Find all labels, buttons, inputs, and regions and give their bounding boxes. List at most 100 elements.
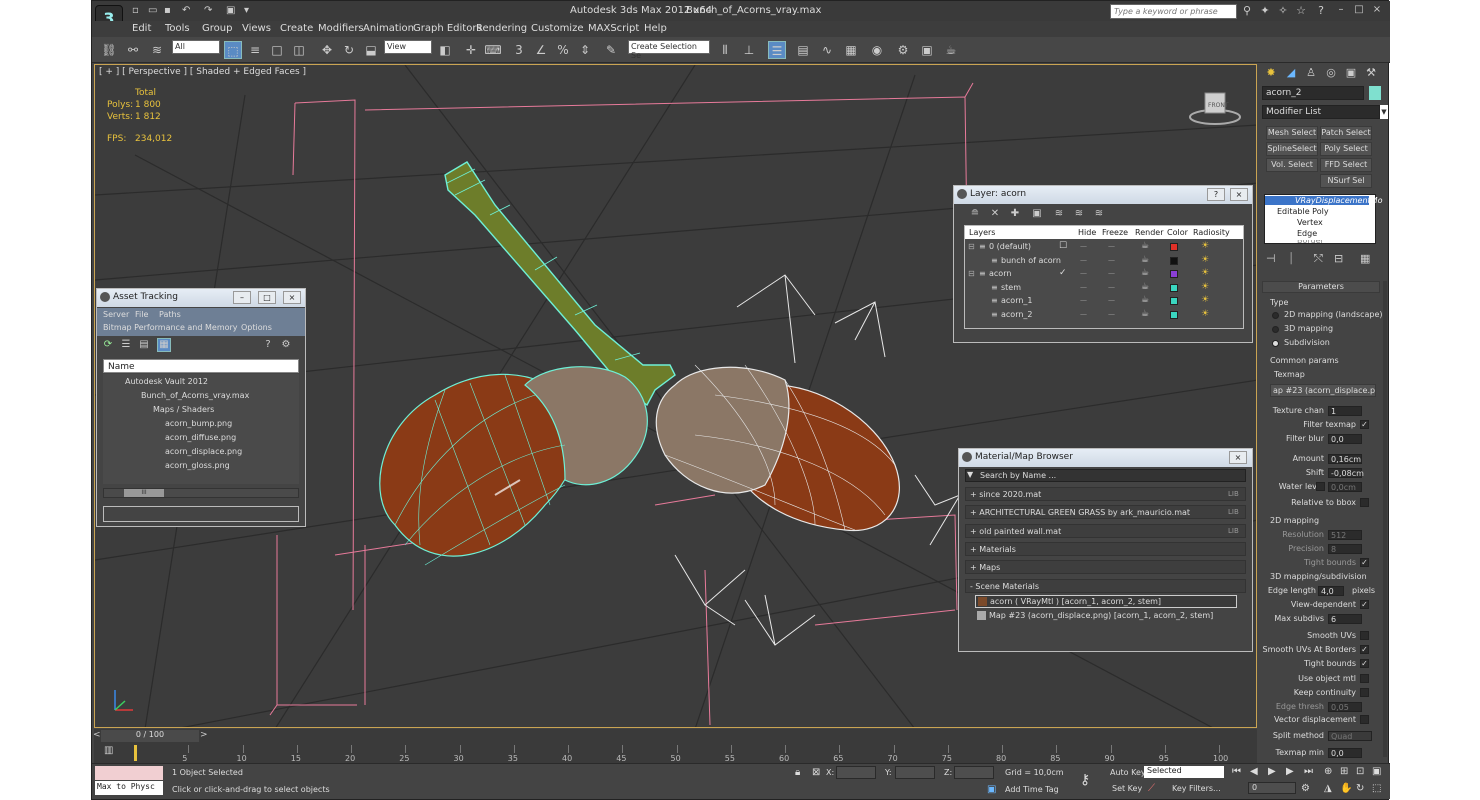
keyboard-shortcut-icon[interactable]: ⌨: [484, 41, 502, 59]
list-view-icon[interactable]: ☰: [119, 338, 133, 352]
refresh-icon[interactable]: ⟳: [101, 338, 115, 352]
set-key-button[interactable]: Set Key: [1112, 784, 1142, 793]
motion-tab-icon[interactable]: ◎: [1322, 66, 1340, 82]
filter-texmap-checkbox[interactable]: ✓: [1360, 420, 1369, 429]
next-frame-icon[interactable]: >: [200, 730, 208, 740]
zoom-extents-all-icon[interactable]: ▣: [1372, 766, 1381, 777]
layer-row[interactable]: ≡ acorn_2 — — ☕ ☀: [965, 309, 1243, 322]
max-subdivs-spinner[interactable]: 6: [1328, 614, 1362, 624]
close-button[interactable]: ×: [1229, 451, 1247, 464]
radiosity-icon[interactable]: ☀: [1201, 309, 1209, 319]
layer-name[interactable]: bunch of acorn: [1001, 256, 1061, 265]
asset-settings-icon[interactable]: ⚙: [279, 338, 293, 352]
texture-chan-spinner[interactable]: 1: [1328, 406, 1362, 416]
new-file-icon[interactable]: ▫: [132, 5, 139, 16]
radiosity-icon[interactable]: ☀: [1201, 268, 1209, 278]
zoom-icon[interactable]: ⊕: [1324, 766, 1332, 777]
layer-hide-toggle[interactable]: —: [1080, 296, 1087, 304]
layer-titlebar[interactable]: Layer: acorn ? ×: [954, 186, 1252, 204]
select-manipulate-icon[interactable]: ✛: [462, 41, 480, 59]
render-production-icon[interactable]: ☕: [942, 41, 960, 59]
material-library-group[interactable]: + old painted wall.mat LIB: [965, 523, 1246, 538]
layer-name[interactable]: stem: [1001, 283, 1021, 292]
layer-row[interactable]: ≡ bunch of acorn — — ☕ ☀: [965, 255, 1243, 268]
ref-coord-dropdown[interactable]: View: [384, 40, 432, 54]
maximize-button[interactable]: □: [258, 291, 276, 304]
teapot-render-icon[interactable]: ☕: [1141, 268, 1149, 278]
layer-name[interactable]: acorn_1: [1001, 296, 1033, 305]
menu-modifiers[interactable]: Modifiers: [318, 23, 364, 34]
pin-stack-icon[interactable]: ⊣: [1266, 252, 1280, 266]
menu-edit[interactable]: Edit: [132, 23, 151, 34]
smooth-uvs-borders-checkbox[interactable]: ✓: [1360, 645, 1369, 654]
utilities-tab-icon[interactable]: ⚒: [1362, 66, 1380, 82]
command-panel-scrollbar[interactable]: [1383, 281, 1387, 757]
filter-blur-spinner[interactable]: 0,0: [1328, 434, 1362, 444]
layer-row[interactable]: ≡ stem — — ☕ ☀: [965, 282, 1243, 295]
smooth-uvs-checkbox[interactable]: [1360, 631, 1369, 640]
show-end-result-icon[interactable]: ⏐: [1288, 252, 1302, 266]
col-layers[interactable]: Layers: [969, 228, 995, 237]
highlight-layer-icon[interactable]: ≋: [1052, 207, 1066, 221]
layer-hide-toggle[interactable]: —: [1080, 310, 1087, 318]
shift-spinner[interactable]: -0,08cm: [1328, 468, 1364, 478]
layer-name[interactable]: acorn_2: [1001, 310, 1033, 319]
rendered-frame-icon[interactable]: ▣: [918, 41, 936, 59]
key-icon[interactable]: ⚷: [1080, 772, 1090, 788]
communication-icon[interactable]: ✧: [1276, 4, 1290, 18]
selection-filter-dropdown[interactable]: All: [172, 40, 220, 54]
timeline-ruler[interactable]: ▥ 5 10 15 20 25 30 35 40 45 50 55 60 65 70 75 80 85 90 95 1…: [94, 743, 1257, 763]
material-library-group[interactable]: + ARCHITECTURAL GREEN GRASS by ark_mauri…: [965, 505, 1246, 520]
teapot-render-icon[interactable]: ☕: [1141, 295, 1149, 305]
coord-z-field[interactable]: [954, 766, 994, 779]
auto-key-button[interactable]: Auto Key: [1110, 768, 1146, 777]
layer-hide-toggle[interactable]: —: [1080, 242, 1087, 250]
prev-frame-icon[interactable]: <: [93, 730, 101, 740]
subscription-icon[interactable]: ✦: [1258, 4, 1272, 18]
material-library-group[interactable]: - Scene Materials: [965, 578, 1246, 593]
maximize-button[interactable]: □: [1350, 3, 1368, 17]
radiosity-icon[interactable]: ☀: [1201, 241, 1209, 251]
layer-row[interactable]: ⊟ ≡ acorn ✓ — — ☕ ☀: [965, 268, 1243, 281]
asset-tree-item[interactable]: acorn_bump.png: [165, 419, 232, 428]
edit-named-sel-icon[interactable]: ✎: [602, 41, 620, 59]
redo-icon[interactable]: ↷: [204, 5, 212, 16]
modifier-list-dropdown[interactable]: Modifier List: [1262, 105, 1380, 119]
asset-name-header[interactable]: Name: [103, 359, 299, 373]
nsurf-select-button[interactable]: NSurf Sel: [1320, 174, 1372, 188]
unlink-icon[interactable]: ⚯: [124, 41, 142, 59]
spline-select-button[interactable]: SplineSelect: [1266, 142, 1318, 156]
quick-access-dropdown-icon[interactable]: ▾: [244, 5, 249, 16]
maximize-viewport-icon[interactable]: ⬚: [1372, 783, 1381, 794]
binoculars-icon[interactable]: ⚲: [1240, 4, 1254, 18]
asset-menu-options[interactable]: Options: [241, 323, 272, 332]
tight-bounds-3d-checkbox[interactable]: ✓: [1360, 659, 1369, 668]
material-search-input[interactable]: Search by Name ...: [965, 469, 1246, 482]
asset-tree-item[interactable]: Bunch_of_Acorns_vray.max: [141, 391, 249, 400]
mesh-select-button[interactable]: Mesh Select: [1266, 126, 1318, 140]
freeze-all-icon[interactable]: ≋: [1092, 207, 1106, 221]
layer-row[interactable]: ⊟ ≡ 0 (default) ☐ — — ☕ ☀: [965, 241, 1243, 254]
time-slider[interactable]: 0 / 100: [101, 730, 199, 742]
layer-freeze-toggle[interactable]: —: [1108, 310, 1115, 318]
stack-item-vray-displacement[interactable]: VRayDisplacementMo: [1265, 196, 1382, 205]
lock-selection-icon[interactable]: 🔒︎: [795, 767, 800, 778]
water-level-checkbox[interactable]: [1316, 482, 1325, 491]
layer-color-swatch[interactable]: [1170, 283, 1178, 292]
col-freeze[interactable]: Freeze: [1102, 228, 1128, 237]
add-time-tag-label[interactable]: Add Time Tag: [1005, 785, 1059, 794]
col-radiosity[interactable]: Radiosity: [1193, 228, 1230, 237]
split-method-dropdown[interactable]: Quad: [1328, 731, 1372, 741]
go-to-end-icon[interactable]: ⏭: [1304, 766, 1313, 777]
bind-spacewarp-icon[interactable]: ≋: [148, 41, 166, 59]
asset-menu-bitmap[interactable]: Bitmap Performance and Memory: [103, 323, 238, 332]
field-of-view-icon[interactable]: ◮: [1324, 783, 1332, 794]
scene-map-row[interactable]: Map #23 (acorn_displace.png) [acorn_1, a…: [975, 610, 1237, 623]
pan-icon[interactable]: ✋: [1340, 783, 1352, 794]
absolute-mode-icon[interactable]: ⊠: [812, 767, 820, 778]
delete-layer-icon[interactable]: ✕: [988, 207, 1002, 221]
maxscript-listener[interactable]: [95, 766, 163, 780]
spinner-snap-icon[interactable]: ⇕: [576, 41, 594, 59]
minimize-button[interactable]: –: [1332, 3, 1350, 17]
orbit-icon[interactable]: ↻: [1356, 783, 1364, 794]
